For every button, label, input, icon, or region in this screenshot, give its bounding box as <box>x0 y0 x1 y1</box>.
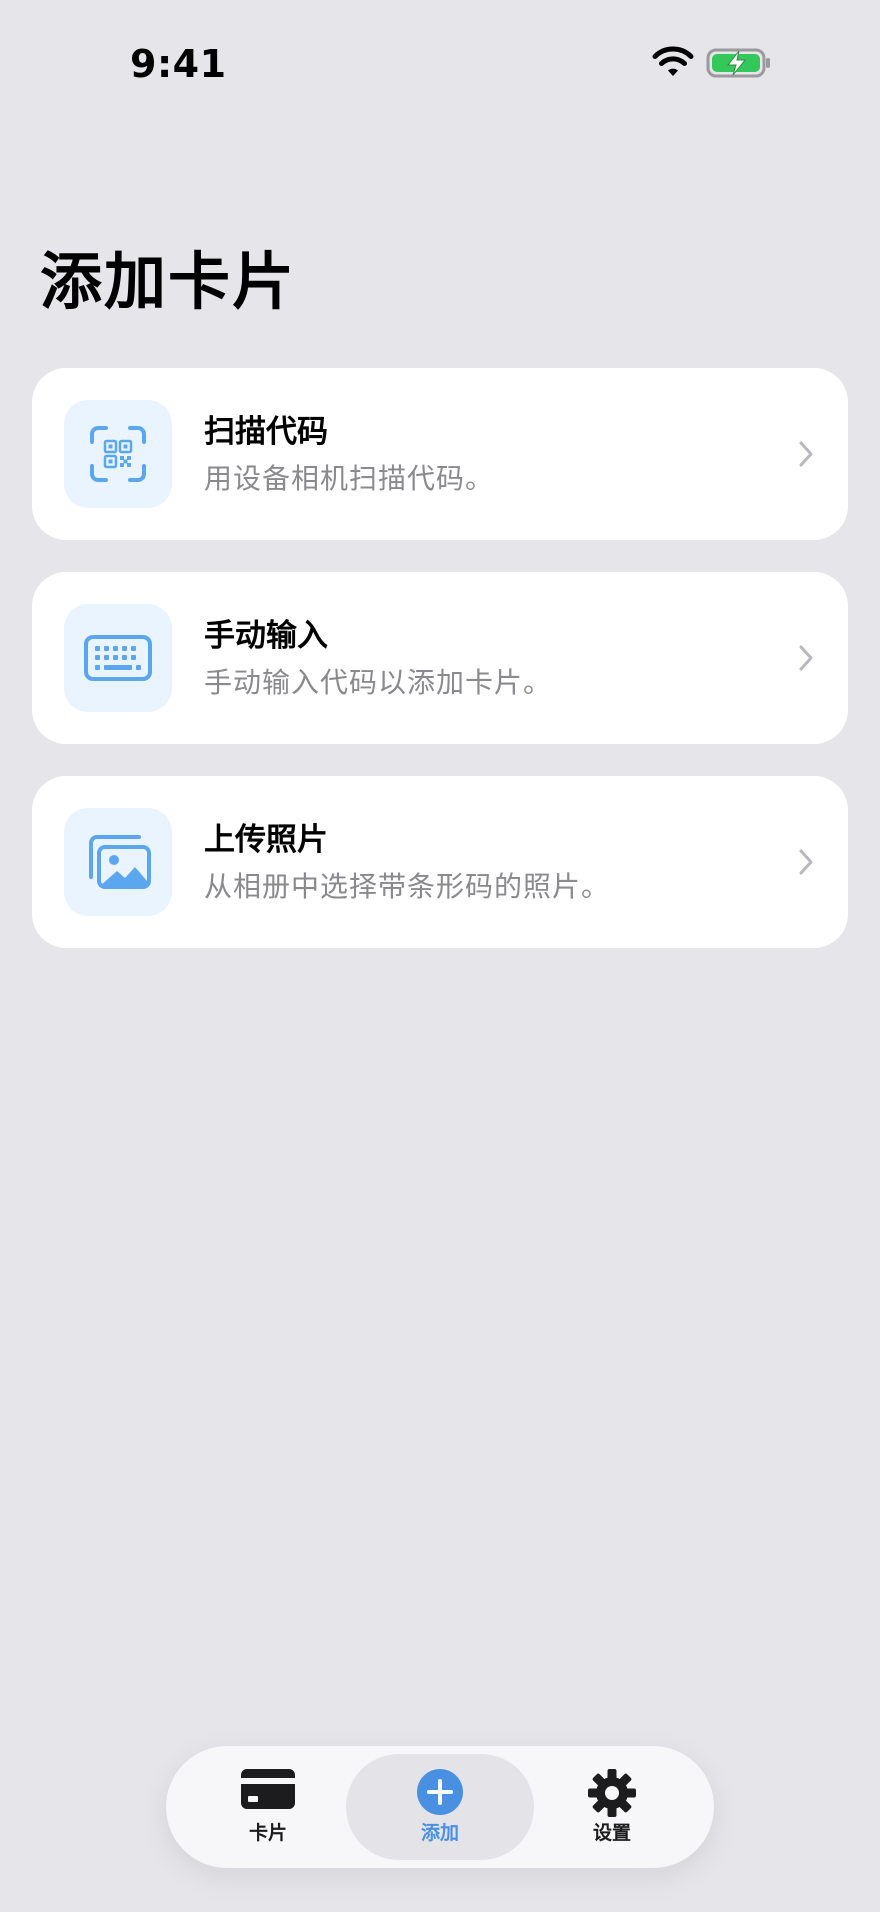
card-icon <box>241 1769 295 1809</box>
tab-cards[interactable]: 卡片 <box>174 1754 362 1860</box>
tab-cards-label: 卡片 <box>248 1822 287 1844</box>
tab-bar: 卡片 添加 设置 <box>166 1746 714 1868</box>
manual-entry-title: 手动输入 <box>204 618 328 654</box>
status-bar: 9:41 <box>0 0 880 120</box>
keyboard-icon <box>84 635 152 681</box>
tab-settings[interactable]: 设置 <box>518 1754 706 1860</box>
chevron-right-icon <box>799 645 813 671</box>
scan-code-option[interactable]: 扫描代码 用设备相机扫描代码。 <box>32 368 848 540</box>
tab-add[interactable]: 添加 <box>346 1754 534 1860</box>
gear-icon <box>588 1769 636 1817</box>
scan-code-icon-box <box>64 400 172 508</box>
scan-code-subtitle: 用设备相机扫描代码。 <box>204 462 495 495</box>
wifi-icon <box>652 46 694 76</box>
manual-entry-icon-box <box>64 604 172 712</box>
page-title: 添加卡片 <box>40 245 297 318</box>
manual-entry-subtitle: 手动输入代码以添加卡片。 <box>204 666 553 699</box>
chevron-right-icon <box>799 441 813 467</box>
plus-circle-icon <box>417 1769 463 1815</box>
tab-settings-label: 设置 <box>592 1822 631 1844</box>
tab-add-label: 添加 <box>420 1822 459 1844</box>
battery-charging-icon <box>706 48 770 78</box>
upload-photo-title: 上传照片 <box>204 822 328 858</box>
upload-photo-option[interactable]: 上传照片 从相册中选择带条形码的照片。 <box>32 776 848 948</box>
status-time: 9:41 <box>130 42 227 86</box>
upload-photo-subtitle: 从相册中选择带条形码的照片。 <box>204 870 611 903</box>
qr-scan-icon <box>90 426 146 482</box>
chevron-right-icon <box>799 849 813 875</box>
scan-code-title: 扫描代码 <box>204 414 328 450</box>
manual-entry-option[interactable]: 手动输入 手动输入代码以添加卡片。 <box>32 572 848 744</box>
photos-icon <box>89 835 151 889</box>
upload-photo-icon-box <box>64 808 172 916</box>
